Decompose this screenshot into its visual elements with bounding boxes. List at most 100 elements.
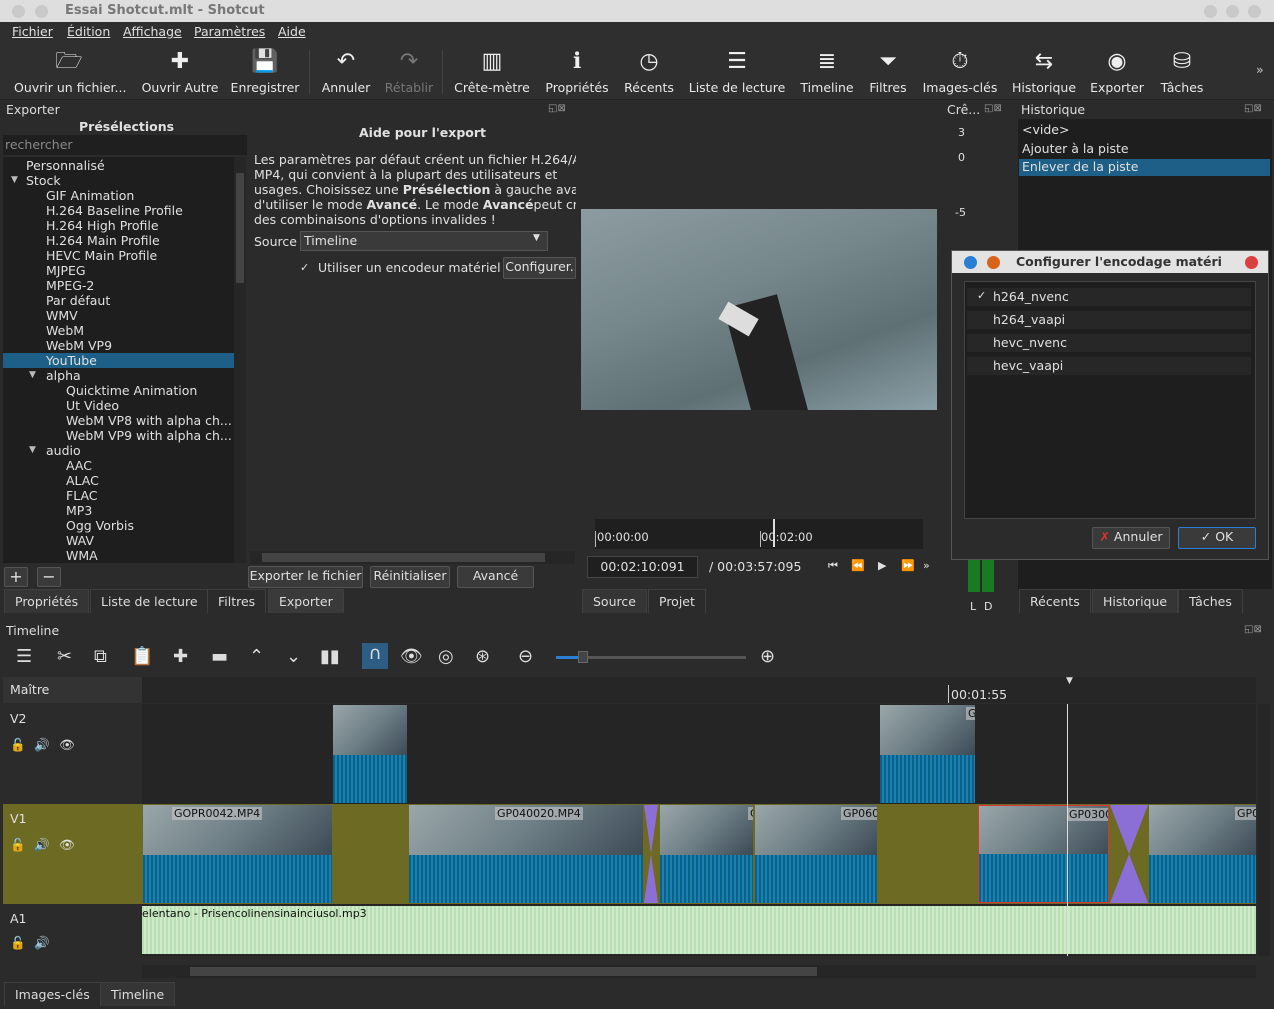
preset-item-selected[interactable]: YouTube xyxy=(3,353,234,368)
jobs-button[interactable]: ⛁ Tâches xyxy=(1156,48,1208,95)
playlist-button[interactable]: ☰ Liste de lecture xyxy=(688,48,786,95)
codec-item[interactable]: hevc_nvenc xyxy=(967,334,1251,352)
codec-list[interactable]: ✓ h264_nvenc h264_vaapi hevc_nvenc hevc_… xyxy=(964,281,1256,519)
paste-icon[interactable]: 📋 xyxy=(131,646,153,667)
clip-v1[interactable]: GOPR0042.MP4 xyxy=(143,805,332,903)
play-icon[interactable]: ▶ xyxy=(878,559,886,572)
preset-item[interactable]: H.264 High Profile xyxy=(46,218,159,233)
undo-button[interactable]: ↶ Annuler xyxy=(318,48,374,95)
minimize-button[interactable] xyxy=(1204,5,1217,18)
cancel-button[interactable]: ✗ Annuler xyxy=(1092,527,1170,549)
zoom-slider[interactable] xyxy=(556,651,746,663)
float-icon[interactable]: ◱⊠ xyxy=(1244,103,1262,114)
scrollbar-thumb[interactable] xyxy=(236,173,244,283)
dialog-minimize-icon[interactable] xyxy=(987,256,1000,269)
scrollbar-thumb[interactable] xyxy=(262,553,545,562)
float-icon[interactable]: ◱⊠ xyxy=(984,103,1002,114)
keyframes-button[interactable]: ⏱ Images-clés xyxy=(920,48,1000,95)
tab-source[interactable]: Source xyxy=(582,589,647,613)
close-window-icon[interactable] xyxy=(12,5,25,18)
clip-v1[interactable]: GP040020.MP4 xyxy=(409,805,643,903)
advanced-button[interactable]: Avancé xyxy=(457,566,534,588)
timeline-ruler[interactable]: 00:01:55 xyxy=(142,677,1256,703)
redo-button[interactable]: ↷ Rétablir xyxy=(382,48,436,95)
codec-checkbox[interactable]: ✓ xyxy=(977,289,986,302)
timeline-button[interactable]: ≣ Timeline xyxy=(798,48,856,95)
skip-previous-icon[interactable]: ⏮ xyxy=(828,559,838,573)
menu-parametres[interactable]: Paramètres xyxy=(194,24,265,39)
zoom-in-icon[interactable]: ⊕ xyxy=(760,646,775,667)
maximize-button[interactable] xyxy=(1226,5,1239,18)
export-file-button[interactable]: Exporter le fichier xyxy=(248,566,363,588)
clip-v1[interactable]: GP060 xyxy=(755,805,877,903)
mute-icon[interactable]: 🔊 xyxy=(34,737,50,753)
timeline-tracks[interactable]: G GOPR0042.MP4 GP040020.MP4 C GP060 GP03… xyxy=(142,704,1256,956)
preset-item[interactable]: WebM VP8 with alpha ch... xyxy=(66,413,232,428)
dialog-close-icon[interactable] xyxy=(1245,256,1258,269)
history-item-selected[interactable]: Enlever de la piste xyxy=(1019,159,1270,176)
timeline-v-scrollbar[interactable] xyxy=(1258,704,1270,956)
timeline-playhead[interactable] xyxy=(1067,704,1068,956)
reset-button[interactable]: Réinitialiser xyxy=(370,566,450,588)
close-button[interactable] xyxy=(1248,5,1261,18)
expand-arrow-icon[interactable]: ▼ xyxy=(29,443,36,458)
menu-fichier[interactable]: Fichier xyxy=(12,24,53,39)
cut-icon[interactable]: ✂ xyxy=(57,646,72,667)
toolbar-overflow-icon[interactable]: » xyxy=(1256,62,1264,77)
history-item[interactable]: <vide> xyxy=(1022,122,1069,137)
preset-item[interactable]: HEVC Main Profile xyxy=(46,248,157,263)
help-h-scrollbar[interactable] xyxy=(250,551,575,564)
float-icon[interactable]: ◱⊠ xyxy=(1244,624,1262,635)
filters-button[interactable]: ⏷ Filtres xyxy=(866,48,910,95)
preset-item[interactable]: H.264 Main Profile xyxy=(46,233,160,248)
expand-arrow-icon[interactable]: ▼ xyxy=(11,173,18,188)
more-icon[interactable]: » xyxy=(923,559,930,572)
clip-v1[interactable]: GP0 xyxy=(1149,805,1256,903)
preset-item[interactable]: WebM VP9 with alpha ch... xyxy=(66,428,232,443)
preset-search-input[interactable]: rechercher xyxy=(3,135,247,155)
preset-group[interactable]: alpha xyxy=(46,368,81,383)
timeline-h-scrollbar[interactable] xyxy=(142,965,1256,978)
playhead-marker-icon[interactable]: ▼ xyxy=(1066,676,1073,686)
source-select[interactable]: Timeline ▼ xyxy=(300,231,548,251)
tab-playlist[interactable]: Liste de lecture xyxy=(90,589,209,613)
preset-scrollbar[interactable] xyxy=(234,157,246,563)
ok-button[interactable]: ✓ OK xyxy=(1178,527,1256,549)
track-header-a1[interactable]: A1 🔓 🔊 xyxy=(3,904,142,956)
mute-icon[interactable]: 🔊 xyxy=(34,935,50,951)
split-icon[interactable]: ▮▮ xyxy=(320,646,340,667)
preset-item[interactable]: FLAC xyxy=(66,488,98,503)
dialog-info-icon[interactable] xyxy=(964,256,977,269)
timeline-menu-icon[interactable]: ☰ xyxy=(16,646,32,667)
preset-item[interactable]: GIF Animation xyxy=(46,188,134,203)
preset-item[interactable]: MP3 xyxy=(66,503,92,518)
preset-item[interactable]: AAC xyxy=(66,458,92,473)
preset-item[interactable]: WAV xyxy=(66,533,94,548)
preset-item[interactable]: WebM VP9 xyxy=(46,338,112,353)
preset-item[interactable]: H.264 Baseline Profile xyxy=(46,203,183,218)
lock-icon[interactable]: 🔓 xyxy=(10,737,26,753)
eye-icon[interactable]: 👁 xyxy=(59,737,75,753)
lock-icon[interactable]: 🔓 xyxy=(10,935,26,951)
menu-affichage[interactable]: Affichage xyxy=(123,24,182,39)
properties-button[interactable]: ℹ Propriétés xyxy=(544,48,610,95)
video-preview[interactable] xyxy=(581,209,937,410)
add-preset-button[interactable]: + xyxy=(4,567,28,587)
menu-aide[interactable]: Aide xyxy=(278,24,306,39)
open-file-button[interactable]: 🗁 Ouvrir un fichier... xyxy=(14,48,126,95)
history-button[interactable]: ⇆ Historique xyxy=(1010,48,1078,95)
preset-item[interactable]: MJPEG xyxy=(46,263,86,278)
mute-icon[interactable]: 🔊 xyxy=(34,837,50,853)
expand-arrow-icon[interactable]: ▼ xyxy=(29,368,36,383)
configure-button[interactable]: Configurer. xyxy=(503,257,576,279)
track-header-v1[interactable]: V1 🔓 🔊 👁 xyxy=(3,804,142,904)
eye-icon[interactable]: 👁 xyxy=(59,837,75,853)
tab-project[interactable]: Projet xyxy=(648,589,706,613)
clip-v2[interactable] xyxy=(333,705,407,803)
open-other-button[interactable]: ✚ Ouvrir Autre xyxy=(138,48,222,95)
rewind-icon[interactable]: ⏪ xyxy=(851,559,865,572)
remove-icon[interactable]: ▬ xyxy=(211,646,228,667)
track-header-v2[interactable]: V2 🔓 🔊 👁 xyxy=(3,704,142,804)
current-time-input[interactable]: 00:02:10:091 xyxy=(587,556,698,578)
export-button[interactable]: ◉ Exporter xyxy=(1088,48,1146,95)
